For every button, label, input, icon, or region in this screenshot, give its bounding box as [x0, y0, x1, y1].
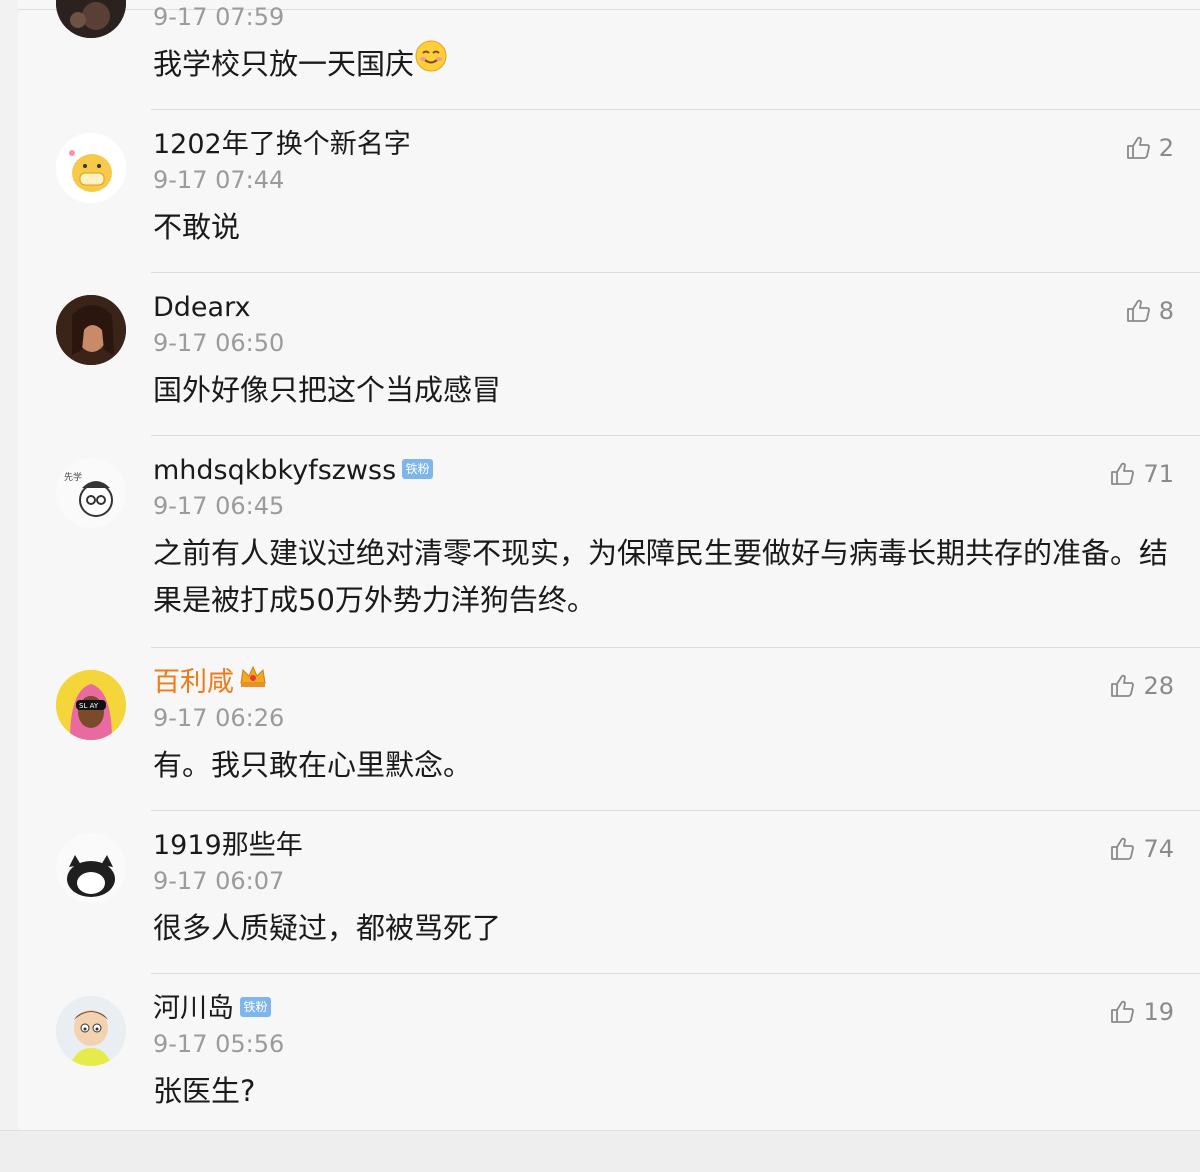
username-text[interactable]: 河川岛: [153, 993, 234, 1024]
like-count: 71: [1143, 460, 1174, 488]
smile-emoji-icon: [414, 39, 448, 87]
fan-badge: 铁粉: [402, 458, 434, 479]
comment-text-content: 我学校只放一天国庆: [153, 47, 415, 81]
comment-time: 9-17 05:56: [153, 1030, 285, 1058]
comment-username[interactable]: 河川岛 铁粉: [153, 992, 271, 1026]
comment-time: 9-17 06:26: [153, 704, 285, 732]
like-count: 74: [1143, 835, 1174, 863]
svg-text:SL AY: SL AY: [79, 702, 99, 710]
comment-time: 9-17 06:50: [153, 329, 285, 357]
comment-text-content: 之前有人建议过绝对清零不现实，为保障民生要做好与病毒长期共存的准备。结果是被打成…: [153, 536, 1169, 617]
like-button[interactable]: 8: [1125, 296, 1174, 326]
fan-badge: 铁粉: [240, 996, 271, 1017]
like-count: 8: [1158, 297, 1174, 325]
thumbs-up-icon: [1126, 299, 1150, 322]
like-button[interactable]: 2: [1125, 133, 1174, 163]
avatar[interactable]: [56, 996, 126, 1066]
comment-text: 之前有人建议过绝对清零不现实，为保障民生要做好与病毒长期共存的准备。结果是被打成…: [153, 530, 1183, 624]
thumbs-up-icon: [1111, 1000, 1135, 1023]
comment-text-content: 张医生?: [153, 1074, 256, 1108]
crown-icon: [238, 663, 268, 698]
avatar[interactable]: SL AY: [56, 670, 126, 740]
avatar[interactable]: [56, 833, 126, 903]
avatar[interactable]: [56, 295, 126, 365]
comment-text-content: 有。我只敢在心里默念。: [153, 748, 473, 782]
username-text[interactable]: mhdsqkbkyfszwss: [153, 455, 396, 486]
comment-username[interactable]: Ddearx: [153, 291, 250, 325]
thumbs-up-icon: [1126, 136, 1150, 159]
comment-divider: [151, 109, 1200, 110]
comment-time: 9-17 07:59: [153, 3, 285, 31]
comment-text: 很多人质疑过，都被骂死了: [153, 905, 1183, 952]
avatar[interactable]: [56, 133, 126, 203]
bottom-area: [0, 1130, 1200, 1172]
username-text[interactable]: 百利咸: [153, 667, 234, 698]
comment-divider: [151, 272, 1200, 273]
thumbs-up-icon: [1111, 462, 1135, 485]
comment-text-content: 很多人质疑过，都被骂死了: [153, 911, 502, 945]
comment-text: 不敢说: [153, 204, 1183, 251]
like-button[interactable]: 74: [1109, 834, 1174, 864]
avatar[interactable]: 先学: [56, 458, 126, 528]
comment-divider: [151, 973, 1200, 974]
comment-divider: [151, 647, 1200, 648]
thumbs-up-icon: [1111, 837, 1135, 860]
comment-time: 9-17 07:44: [153, 166, 285, 194]
comment-text-content: 不敢说: [153, 210, 241, 244]
like-button[interactable]: 28: [1109, 671, 1174, 701]
comment-time: 9-17 06:07: [153, 867, 285, 895]
comment-username[interactable]: 1919那些年: [153, 829, 303, 863]
comment-divider: [151, 435, 1200, 436]
like-count: 28: [1143, 672, 1174, 700]
thumbs-up-icon: [1111, 674, 1135, 697]
like-count: 19: [1143, 998, 1174, 1026]
like-button[interactable]: 19: [1109, 997, 1174, 1027]
comment-username[interactable]: mhdsqkbkyfszwss 铁粉: [153, 454, 434, 488]
avatar[interactable]: [56, 0, 126, 38]
comment-text-content: 国外好像只把这个当成感冒: [153, 373, 502, 407]
comment-text: 国外好像只把这个当成感冒: [153, 367, 1183, 414]
username-text[interactable]: 1919那些年: [153, 830, 303, 861]
svg-text:先学: 先学: [64, 471, 82, 483]
comment-text: 我学校只放一天国庆: [153, 39, 1183, 90]
like-count: 2: [1158, 134, 1174, 162]
comment-username[interactable]: 百利咸: [153, 663, 268, 701]
comment-feed: 9-17 07:59 我学校只放一天国庆 1202年了换个新名字 9-17 07…: [18, 0, 1200, 1130]
comment-time: 9-17 06:45: [153, 492, 285, 520]
comment-divider: [151, 810, 1200, 811]
comment-text: 张医生?: [153, 1068, 1183, 1115]
comment-username[interactable]: 1202年了换个新名字: [153, 128, 411, 162]
username-text[interactable]: 1202年了换个新名字: [153, 129, 411, 160]
comment-text: 有。我只敢在心里默念。: [153, 742, 1183, 789]
like-button[interactable]: 71: [1109, 459, 1174, 489]
username-text[interactable]: Ddearx: [153, 292, 250, 323]
